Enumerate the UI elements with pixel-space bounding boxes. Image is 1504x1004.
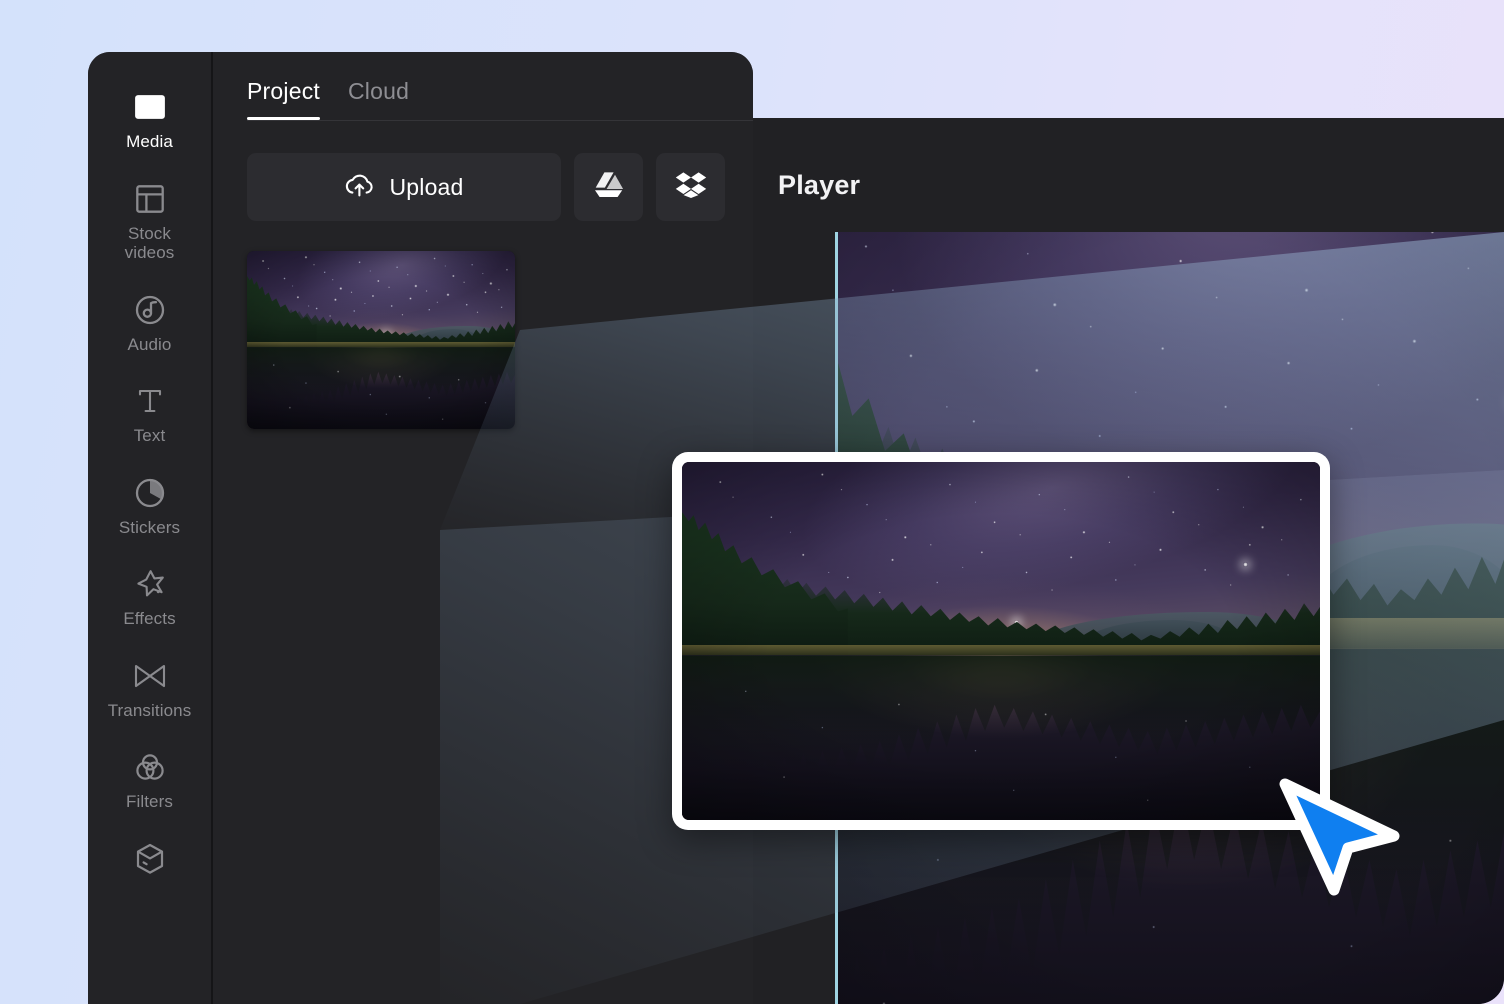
media-grid — [213, 221, 753, 429]
google-drive-icon — [594, 171, 624, 203]
dragged-media-card-image — [682, 462, 1320, 820]
sidebar-item-label: Filters — [126, 792, 173, 812]
sidebar-item-media[interactable]: Media — [88, 90, 211, 152]
layout-grid-icon — [133, 182, 167, 216]
sticker-circle-icon — [133, 476, 167, 510]
google-drive-button[interactable] — [574, 153, 643, 221]
sidebar-item-effects[interactable]: Effects — [88, 567, 211, 629]
audio-note-icon — [133, 293, 167, 327]
sidebar-item-label: Text — [133, 426, 166, 446]
filters-circles-icon — [133, 750, 167, 784]
sidebar-item-stickers[interactable]: Stickers — [88, 476, 211, 538]
dropbox-icon — [675, 171, 707, 204]
sidebar: Media Stock videos Audio Text Stickers E… — [88, 52, 213, 1004]
night-sky-lake-forest-drag-image — [682, 462, 1320, 820]
app-stage: Player Media Stock videos Audio Text Sti… — [0, 0, 1504, 1004]
sidebar-item-label: Audio — [127, 334, 172, 354]
sidebar-item-label: Stickers — [118, 517, 181, 537]
sidebar-item-3d[interactable] — [88, 842, 211, 884]
effects-star-icon — [133, 567, 167, 601]
sidebar-item-label: Effects — [123, 609, 176, 629]
text-t-icon — [133, 384, 167, 418]
sidebar-item-label: Transitions — [107, 700, 192, 720]
upload-toolbar: Upload — [213, 119, 753, 221]
dropbox-button[interactable] — [656, 153, 725, 221]
sidebar-item-label: Stock videos — [124, 223, 175, 263]
media-item-thumbnail[interactable] — [247, 251, 515, 429]
cloud-upload-icon — [344, 172, 374, 203]
sidebar-item-stock-videos[interactable]: Stock videos — [88, 182, 211, 263]
sidebar-item-filters[interactable]: Filters — [88, 750, 211, 812]
night-sky-lake-forest-thumbnail — [247, 251, 515, 429]
media-play-rect-icon — [133, 90, 167, 124]
cube-3d-icon — [133, 842, 167, 876]
upload-button[interactable]: Upload — [247, 153, 561, 221]
transitions-bowtie-icon — [133, 659, 167, 693]
sidebar-item-audio[interactable]: Audio — [88, 293, 211, 355]
sidebar-item-transitions[interactable]: Transitions — [88, 659, 211, 721]
tab-bar: Project Cloud — [213, 52, 753, 120]
editor-window: Media Stock videos Audio Text Stickers E… — [88, 52, 753, 1004]
sidebar-item-label: Media — [126, 132, 173, 151]
upload-button-label: Upload — [389, 173, 464, 200]
dragged-media-card[interactable] — [672, 452, 1330, 830]
tab-project[interactable]: Project — [247, 78, 320, 120]
sidebar-item-text[interactable]: Text — [88, 384, 211, 446]
player-title: Player — [778, 170, 861, 200]
tab-cloud[interactable]: Cloud — [348, 78, 409, 119]
tab-divider — [247, 120, 753, 121]
